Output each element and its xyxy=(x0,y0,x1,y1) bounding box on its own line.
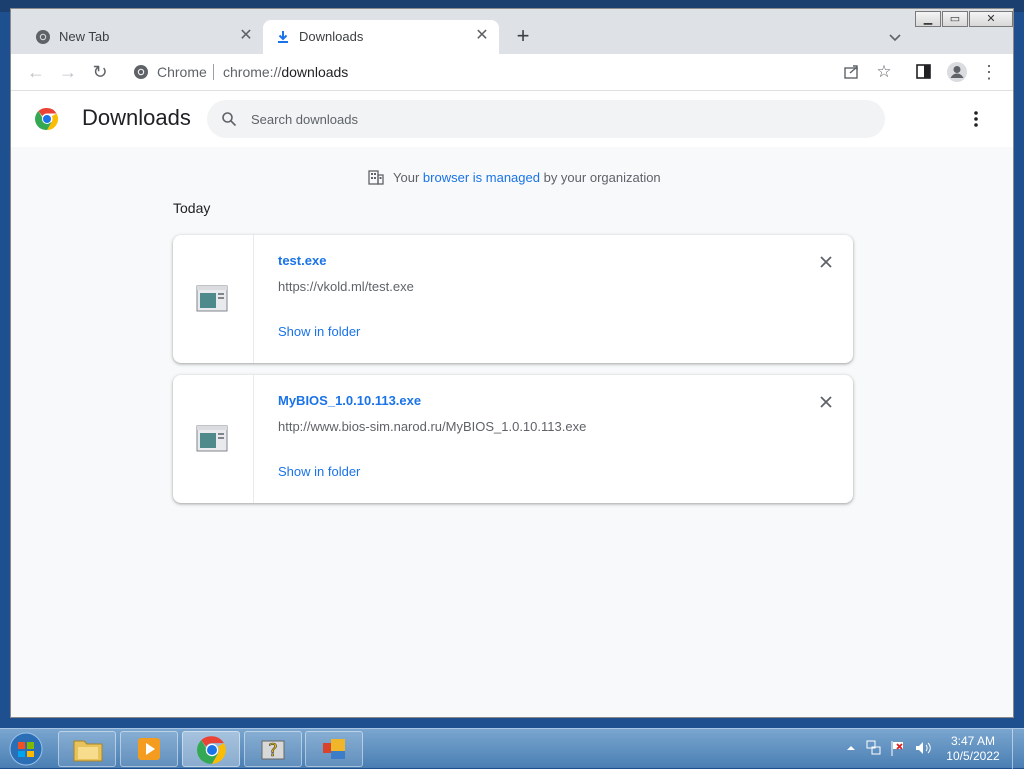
toolbar: ← → ↻ Chrome chrome://downloads ☆ ⋮ xyxy=(11,54,1013,91)
action-center-flag-icon[interactable] xyxy=(890,739,906,757)
show-desktop-button[interactable] xyxy=(1012,729,1024,769)
search-box[interactable] xyxy=(207,100,885,138)
omnibox-site-label: Chrome xyxy=(157,64,207,80)
back-icon[interactable]: ← xyxy=(26,62,46,82)
managed-suffix: by your organization xyxy=(543,169,661,185)
managed-link[interactable]: browser is managed xyxy=(423,170,540,185)
svg-text:?: ? xyxy=(268,740,278,761)
file-icon-column xyxy=(173,375,254,503)
clock-time: 3:47 AM xyxy=(950,734,996,748)
file-source-url[interactable]: http://www.bios-sim.narod.ru/MyBIOS_1.0.… xyxy=(278,419,586,434)
search-icon xyxy=(222,112,237,127)
remove-download-icon[interactable] xyxy=(817,253,835,271)
downloads-page: Downloads Your browser is managed by you… xyxy=(11,91,1013,717)
managed-prefix: Your xyxy=(393,169,420,185)
omnibox[interactable]: Chrome chrome://downloads xyxy=(123,58,901,86)
chrome-window: New Tab ✕ Downloads ✕ + ▁ ▭ ✕ ← → ↻ Chro… xyxy=(10,8,1014,718)
tab-title: Downloads xyxy=(299,29,364,44)
tab-close-icon[interactable]: ✕ xyxy=(237,27,255,45)
executable-file-icon xyxy=(196,425,228,452)
file-name-link[interactable]: MyBIOS_1.0.10.113.exe xyxy=(278,393,421,408)
page-title: Downloads xyxy=(82,105,191,130)
new-tab-button[interactable]: + xyxy=(511,25,535,49)
download-item: test.exe https://vkold.ml/test.exe Show … xyxy=(173,235,853,363)
taskbar-explorer-button[interactable] xyxy=(58,731,116,767)
help-icon: ? xyxy=(261,740,285,761)
building-icon xyxy=(368,170,384,185)
show-hidden-icons-icon[interactable] xyxy=(846,743,856,753)
taskbar-clock[interactable]: 3:47 AM 10/5/2022 xyxy=(938,734,1008,764)
share-icon[interactable] xyxy=(843,63,861,81)
taskbar-chrome-button[interactable] xyxy=(182,731,240,767)
taskbar-media-player-button[interactable] xyxy=(120,731,178,767)
file-name-link[interactable]: test.exe xyxy=(278,253,326,268)
network-icon[interactable] xyxy=(866,739,882,757)
profile-avatar-icon[interactable] xyxy=(946,61,968,83)
date-section-label: Today xyxy=(173,200,211,216)
taskbar-help-button[interactable]: ? xyxy=(244,731,302,767)
clock-date: 10/5/2022 xyxy=(946,749,1000,763)
page-header: Downloads xyxy=(11,91,1013,147)
download-item: MyBIOS_1.0.10.113.exe http://www.bios-si… xyxy=(173,375,853,503)
media-player-icon xyxy=(138,738,160,760)
window-controls: ▁ ▭ ✕ xyxy=(915,11,1013,29)
windows-taskbar: ? 3:47 AM 10/5/2022 xyxy=(0,728,1024,769)
executable-file-icon xyxy=(196,285,228,312)
file-source-url[interactable]: https://vkold.ml/test.exe xyxy=(278,279,414,294)
tab-title: New Tab xyxy=(59,29,110,44)
remove-download-icon[interactable] xyxy=(817,393,835,411)
bookmark-star-icon[interactable]: ☆ xyxy=(874,62,894,82)
show-in-folder-link[interactable]: Show in folder xyxy=(278,324,360,339)
more-actions-icon[interactable] xyxy=(966,109,986,129)
chrome-favicon-icon xyxy=(36,30,50,44)
url-scheme: chrome:// xyxy=(223,64,282,80)
control-panel-icon xyxy=(323,739,345,759)
reload-icon[interactable]: ↻ xyxy=(90,62,110,82)
forward-icon[interactable]: → xyxy=(58,62,78,82)
start-button-icon[interactable] xyxy=(6,731,46,767)
taskbar-control-panel-button[interactable] xyxy=(305,731,363,767)
side-panel-icon[interactable] xyxy=(915,63,933,81)
search-input[interactable] xyxy=(251,109,851,129)
close-window-button[interactable]: ✕ xyxy=(969,11,1013,27)
tab-strip: New Tab ✕ Downloads ✕ + ▁ ▭ ✕ xyxy=(11,9,1013,54)
url-path: downloads xyxy=(281,64,349,80)
tab-close-icon[interactable]: ✕ xyxy=(473,27,491,45)
chrome-taskbar-icon xyxy=(197,736,226,764)
managed-notice: Your browser is managed by your organiza… xyxy=(367,167,661,187)
tab-downloads[interactable]: Downloads ✕ xyxy=(263,20,499,54)
chrome-menu-icon[interactable]: ⋮ xyxy=(979,62,999,82)
maximize-button[interactable]: ▭ xyxy=(942,11,968,27)
tab-new-tab[interactable]: New Tab ✕ xyxy=(23,20,263,54)
chrome-logo-icon xyxy=(35,107,59,131)
minimize-button[interactable]: ▁ xyxy=(915,11,941,27)
show-in-folder-link[interactable]: Show in folder xyxy=(278,464,360,479)
tab-search-chevron-icon[interactable] xyxy=(885,27,905,47)
omnibox-url[interactable]: chrome://downloads xyxy=(223,64,348,80)
omnibox-divider xyxy=(213,64,214,80)
download-icon xyxy=(278,31,288,43)
volume-icon[interactable] xyxy=(914,739,932,757)
chrome-site-icon xyxy=(134,65,148,79)
file-icon-column xyxy=(173,235,254,363)
folder-icon xyxy=(73,740,103,762)
